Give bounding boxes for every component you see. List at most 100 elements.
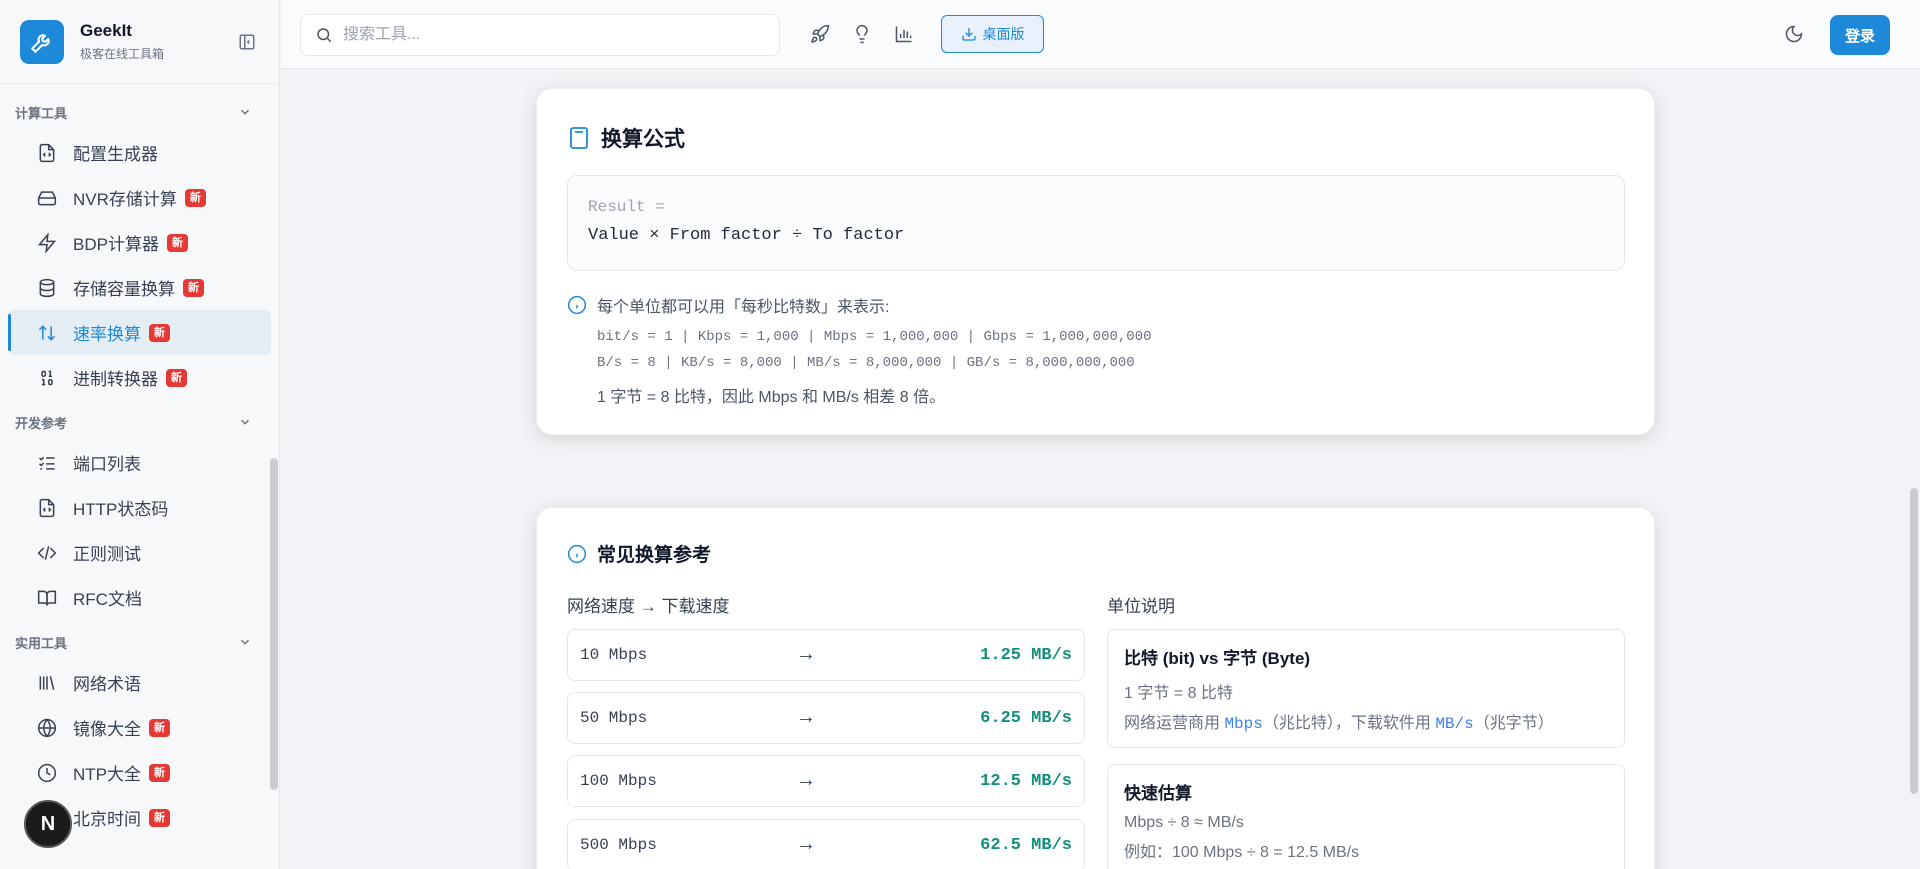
sidebar-item-rate-converter[interactable]: 速率换算 新 <box>8 310 271 355</box>
avatar[interactable]: N <box>24 800 72 848</box>
speed-column-heading: 网络速度 → 下载速度 <box>567 597 730 616</box>
new-badge: 新 <box>183 278 204 297</box>
login-button[interactable]: 登录 <box>1830 15 1890 55</box>
new-badge: 新 <box>166 233 188 252</box>
formula-line-2: Value × From factor ÷ To factor <box>588 226 905 245</box>
file-code-icon <box>36 142 58 164</box>
file-code-icon <box>36 497 58 519</box>
sidebar-item-label: BDP计算器 <box>73 235 159 254</box>
section-header-utilities[interactable]: 实用工具 <box>0 624 279 660</box>
sidebar-item-network-terms[interactable]: 网络术语 <box>8 660 271 705</box>
sidebar-item-regex-test[interactable]: 正则测试 <box>8 530 271 575</box>
unit-box-line: 1 字节 = 8 比特 <box>1124 685 1233 702</box>
sidebar-item-port-list[interactable]: 端口列表 <box>8 440 271 485</box>
section-title: 计算工具 <box>15 105 68 121</box>
sidebar-item-label: 端口列表 <box>73 455 141 474</box>
card-title-text: 常见换算参考 <box>597 545 712 566</box>
hard-drive-icon <box>36 187 58 209</box>
note-footer: 1 字节 = 8 比特，因此 Mbps 和 MB/s 相差 8 倍。 <box>597 389 946 406</box>
conversion-to: 1.25 MB/s <box>980 645 1072 665</box>
bit-vs-byte-box: 比特 (bit) vs 字节 (Byte) 1 字节 = 8 比特 网络运营商用… <box>1107 629 1625 748</box>
sidebar-item-label: 存储容量换算 <box>73 280 175 299</box>
desktop-version-label: 桌面版 <box>982 26 1025 42</box>
top-header: 桌面版 登录 <box>281 0 1920 69</box>
brand-name[interactable]: GeekIt <box>80 21 164 41</box>
sidebar-item-label: 进制转换器 <box>73 370 158 389</box>
lightning-icon <box>36 232 58 254</box>
sidebar-item-rfc-docs[interactable]: RFC文档 <box>8 575 271 620</box>
sidebar-scrollbar[interactable] <box>270 458 278 790</box>
arrow-right-icon: → <box>800 769 813 793</box>
new-badge: 新 <box>149 323 170 342</box>
sidebar: GeekIt 极客在线工具箱 计算工具 配置生成器 NVR存储计算 新 BDP计… <box>0 0 280 869</box>
unit-text: （兆比特），下载软件用 <box>1262 715 1436 732</box>
brand-subtitle: 极客在线工具箱 <box>80 47 165 61</box>
sidebar-item-label: NVR存储计算 <box>73 190 177 209</box>
sidebar-item-config-generator[interactable]: 配置生成器 <box>8 130 271 175</box>
search-input[interactable] <box>343 26 743 44</box>
search-bar[interactable] <box>300 14 780 56</box>
sidebar-item-storage-capacity[interactable]: 存储容量换算 新 <box>8 265 271 310</box>
conversion-from: 500 Mbps <box>580 836 657 854</box>
conversion-from: 10 Mbps <box>580 646 648 664</box>
chevron-down-icon <box>240 419 250 425</box>
sidebar-item-nvr-storage[interactable]: NVR存储计算 新 <box>8 175 271 220</box>
sidebar-item-label: 镜像大全 <box>73 720 141 739</box>
binary-icon <box>36 367 58 389</box>
chevron-down-icon <box>240 109 250 115</box>
note-heading: 每个单位都可以用「每秒比特数」来表示: <box>597 299 890 316</box>
formula-line-1: Result = <box>588 198 665 216</box>
conversion-to: 6.25 MB/s <box>980 708 1072 728</box>
card-title-text: 换算公式 <box>601 128 685 151</box>
unit-box-line: 网络运营商用 Mbps（兆比特），下载软件用 MB/s（兆字节） <box>1124 709 1608 733</box>
sidebar-item-mirrors[interactable]: 镜像大全 新 <box>8 705 271 750</box>
chevron-down-icon <box>240 639 250 645</box>
unit-column-heading: 单位说明 <box>1107 597 1175 616</box>
info-icon <box>567 295 587 315</box>
arrow-right-icon: → <box>800 833 813 857</box>
search-icon <box>317 28 332 43</box>
download-icon <box>961 28 976 41</box>
list-checks-icon <box>36 452 58 474</box>
arrow-right-icon: → <box>800 643 813 667</box>
bar-chart-icon[interactable] <box>893 23 915 45</box>
new-badge: 新 <box>149 808 170 827</box>
conversion-row: 100 Mbps → 12.5 MB/s <box>567 755 1085 807</box>
unit-box-line: Mbps ÷ 8 ≈ MB/s <box>1124 814 1244 831</box>
unit-code-mbs: MB/s <box>1435 715 1474 733</box>
new-badge: 新 <box>166 368 187 387</box>
moon-icon[interactable] <box>1783 23 1805 45</box>
sidebar-item-base-converter[interactable]: 进制转换器 新 <box>8 355 271 400</box>
section-header-calc-tools[interactable]: 计算工具 <box>0 94 279 130</box>
rocket-icon[interactable] <box>809 23 831 45</box>
sidebar-item-label: RFC文档 <box>73 590 142 609</box>
unit-text: （兆字节） <box>1473 715 1554 732</box>
main-scrollbar[interactable] <box>1910 488 1918 794</box>
formula-box: Result = Value × From factor ÷ To factor <box>567 175 1625 271</box>
conversion-row: 500 Mbps → 62.5 MB/s <box>567 819 1085 869</box>
reference-card-title: 常见换算参考 <box>567 540 711 567</box>
unit-box-title: 比特 (bit) vs 字节 (Byte) <box>1124 649 1311 668</box>
unit-box-line: 例如：100 Mbps ÷ 8 = 12.5 MB/s <box>1124 844 1360 861</box>
lightbulb-icon[interactable] <box>851 23 873 45</box>
info-icon <box>567 544 587 564</box>
sidebar-item-ntp[interactable]: NTP大全 新 <box>8 750 271 795</box>
unit-code-mbps: Mbps <box>1224 715 1263 733</box>
bytes-factor-line: B/s = 8 | KB/s = 8,000 | MB/s = 8,000,00… <box>597 355 1135 371</box>
arrow-right-icon: → <box>800 706 813 730</box>
conversion-from: 100 Mbps <box>580 772 657 790</box>
sidebar-item-label: HTTP状态码 <box>73 500 169 519</box>
book-icon <box>36 587 58 609</box>
reference-card: 常见换算参考 网络速度 → 下载速度 单位说明 10 Mbps → 1.25 M… <box>536 507 1655 869</box>
conversion-row: 50 Mbps → 6.25 MB/s <box>567 692 1085 744</box>
unit-text: 网络运营商用 <box>1124 715 1225 732</box>
sidebar-collapse-icon[interactable] <box>235 30 259 54</box>
section-header-dev-reference[interactable]: 开发参考 <box>0 404 279 440</box>
conversion-to: 62.5 MB/s <box>980 835 1072 855</box>
sidebar-item-http-status[interactable]: HTTP状态码 <box>8 485 271 530</box>
new-badge: 新 <box>149 763 170 782</box>
desktop-version-button[interactable]: 桌面版 <box>941 15 1044 53</box>
wrench-icon[interactable] <box>20 19 64 64</box>
sidebar-item-bdp-calculator[interactable]: BDP计算器 新 <box>8 220 271 265</box>
sidebar-item-label: NTP大全 <box>73 765 141 784</box>
